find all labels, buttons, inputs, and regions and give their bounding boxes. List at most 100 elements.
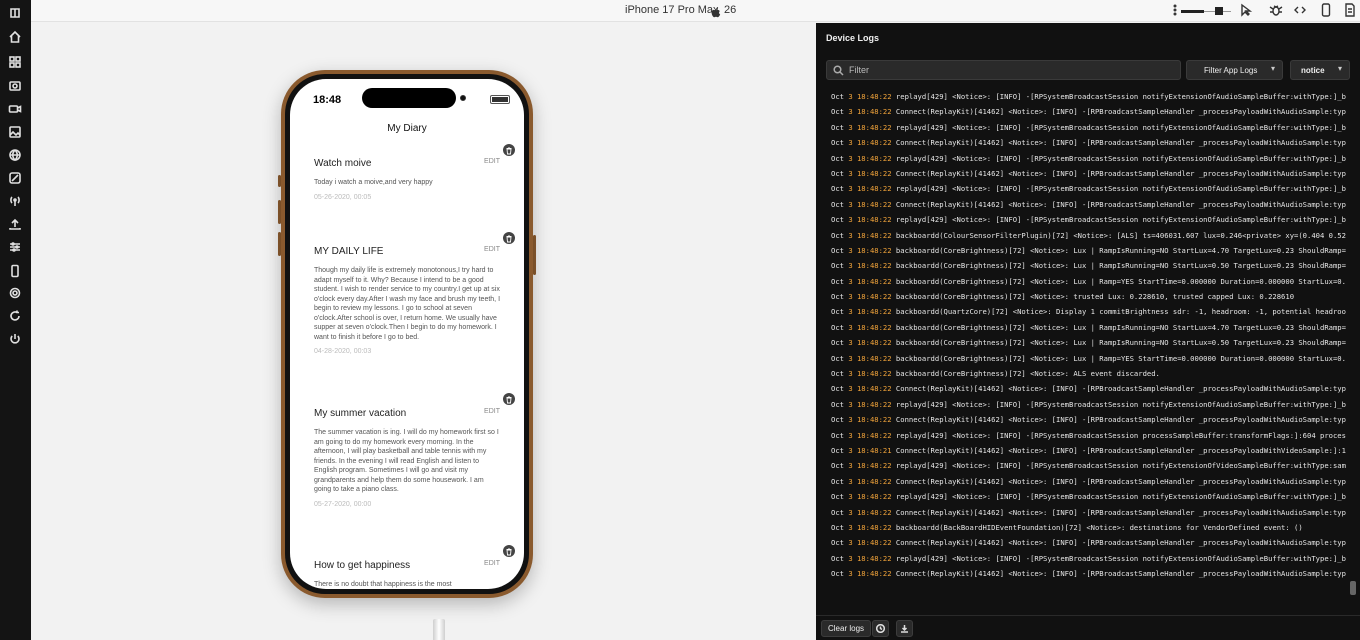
pause-icon[interactable] [872,620,889,637]
globe-icon[interactable] [8,148,22,162]
log-month: Oct [831,199,844,209]
clear-logs-button[interactable]: Clear logs [821,620,872,637]
log-line: Oct 3 18:48:22 replayd[429] <Notice>: [I… [831,151,1346,166]
sliders-icon[interactable] [8,240,22,254]
log-line: Oct 3 18:48:22 backboardd(CoreBrightness… [831,335,1346,350]
log-timestamp: 3 18:48:22 [848,353,892,363]
phone-icon[interactable] [8,264,22,278]
log-line: Oct 3 18:48:22 backboardd(CoreBrightness… [831,289,1346,304]
bug-icon[interactable] [1269,3,1283,17]
log-timestamp: 3 18:48:22 [848,322,892,332]
log-message: replayd[429] <Notice>: [INFO] -[RPSystem… [895,461,1346,471]
grid-icon[interactable] [8,55,22,69]
log-message: backboardd(QuartzCore)[72] <Notice>: Dis… [895,307,1346,317]
log-month: Oct [831,245,844,255]
log-month: Oct [831,353,844,363]
video-icon[interactable] [8,102,22,116]
cursor-icon[interactable] [1239,3,1253,17]
log-message: Connect(ReplayKit)[41462] <Notice>: [INF… [895,168,1346,178]
log-timestamp: 3 18:48:22 [848,168,892,178]
zoom-slider-thumb[interactable] [1215,7,1223,15]
scroll-thumb[interactable] [1350,581,1356,595]
log-timestamp: 3 18:48:22 [848,492,892,502]
log-message: Connect(ReplayKit)[41462] <Notice>: [INF… [895,445,1346,455]
log-line: Oct 3 18:48:22 backboardd(BackBoardHIDEv… [831,520,1346,535]
diary-entry[interactable]: Watch moive EDIT Today i watch a moive,a… [314,158,500,218]
left-rail [0,0,31,640]
more-vertical-icon[interactable] [1168,3,1182,17]
edit-button[interactable]: EDIT [484,158,500,165]
download-icon[interactable] [896,620,913,637]
log-message: backboardd(CoreBrightness)[72] <Notice>:… [895,353,1346,363]
filter-input[interactable]: Filter [826,60,1181,80]
camera-icon[interactable] [8,78,22,92]
location-icon[interactable] [8,171,22,185]
trash-icon[interactable] [503,144,515,156]
log-line: Oct 3 18:48:22 Connect(ReplayKit)[41462]… [831,505,1346,520]
entry-title: Watch moive [314,158,372,169]
edit-button[interactable]: EDIT [484,246,500,253]
log-month: Oct [831,307,844,317]
home-icon[interactable] [8,30,22,44]
log-message: backboardd(CoreBrightness)[72] <Notice>:… [895,245,1346,255]
log-file-icon[interactable] [1343,3,1357,17]
log-list[interactable]: Oct 3 18:48:22 replayd[429] <Notice>: [I… [831,89,1346,609]
device-name[interactable]: iPhone 17 Pro Max [625,4,719,16]
log-timestamp: 3 18:48:22 [848,476,892,486]
edit-button[interactable]: EDIT [484,560,500,567]
status-time: 18:48 [313,94,342,106]
diary-entry[interactable]: My summer vacation EDIT The summer vacat… [314,408,500,528]
antenna-icon[interactable] [8,194,22,208]
entry-title: How to get happiness [314,560,411,571]
log-line: Oct 3 18:48:22 Connect(ReplayKit)[41462]… [831,166,1346,181]
trash-icon[interactable] [503,393,515,405]
log-month: Oct [831,553,844,563]
power-icon[interactable] [8,332,22,346]
log-line: Oct 3 18:48:22 backboardd(ColourSensorFi… [831,228,1346,243]
log-timestamp: 3 18:48:22 [848,384,892,394]
chevron-down-icon: ▾ [1338,64,1343,73]
filter-app-logs-select[interactable]: Filter App Logs ▾ [1186,60,1283,80]
upload-icon[interactable] [8,217,22,231]
edit-button[interactable]: EDIT [484,408,500,415]
log-message: Connect(ReplayKit)[41462] <Notice>: [INF… [895,507,1346,517]
log-level-select[interactable]: notice ▾ [1290,60,1350,80]
log-month: Oct [831,476,844,486]
battery-icon [490,95,510,104]
log-month: Oct [831,122,844,132]
log-line: Oct 3 18:48:22 Connect(ReplayKit)[41462]… [831,104,1346,119]
log-scrollbar[interactable] [1350,89,1356,609]
phone-screen[interactable]: 18:48 My Diary Watch moive EDIT Today i … [290,79,524,589]
log-timestamp: 3 18:48:22 [848,122,892,132]
trash-icon[interactable] [503,545,515,557]
entry-date: 04-28-2020, 00:03 [314,348,372,355]
zoom-slider[interactable] [1181,4,1231,18]
settings-icon[interactable] [8,286,22,300]
log-month: Oct [831,522,844,532]
code-icon[interactable] [1293,3,1307,17]
log-month: Oct [831,292,844,302]
log-timestamp: 3 18:48:22 [848,399,892,409]
entry-date: 05-27-2020, 00:00 [314,501,372,508]
log-message: Connect(ReplayKit)[41462] <Notice>: [INF… [895,199,1346,209]
log-month: Oct [831,107,844,117]
log-line: Oct 3 18:48:22 Connect(ReplayKit)[41462]… [831,412,1346,427]
log-line: Oct 3 18:48:22 Connect(ReplayKit)[41462]… [831,381,1346,396]
log-line: Oct 3 18:48:22 backboardd(CoreBrightness… [831,258,1346,273]
trash-icon[interactable] [503,232,515,244]
image-icon[interactable] [8,125,22,139]
log-month: Oct [831,338,844,348]
logo-icon[interactable] [8,6,22,20]
log-timestamp: 3 18:48:22 [848,415,892,425]
diary-entry[interactable]: How to get happiness EDIT There is no do… [314,560,500,589]
refresh-icon[interactable] [8,309,22,323]
log-message: backboardd(BackBoardHIDEventFoundation)[… [895,522,1303,532]
log-line: Oct 3 18:48:22 backboardd(CoreBrightness… [831,320,1346,335]
power-button[interactable] [533,235,536,275]
log-month: Oct [831,215,844,225]
diary-entry[interactable]: MY DAILY LIFE EDIT Though my daily life … [314,246,500,366]
log-message: backboardd(CoreBrightness)[72] <Notice>:… [895,369,1160,379]
device-icon[interactable] [1319,3,1333,17]
entry-body: Though my daily life is extremely monoto… [314,267,501,341]
log-month: Oct [831,168,844,178]
